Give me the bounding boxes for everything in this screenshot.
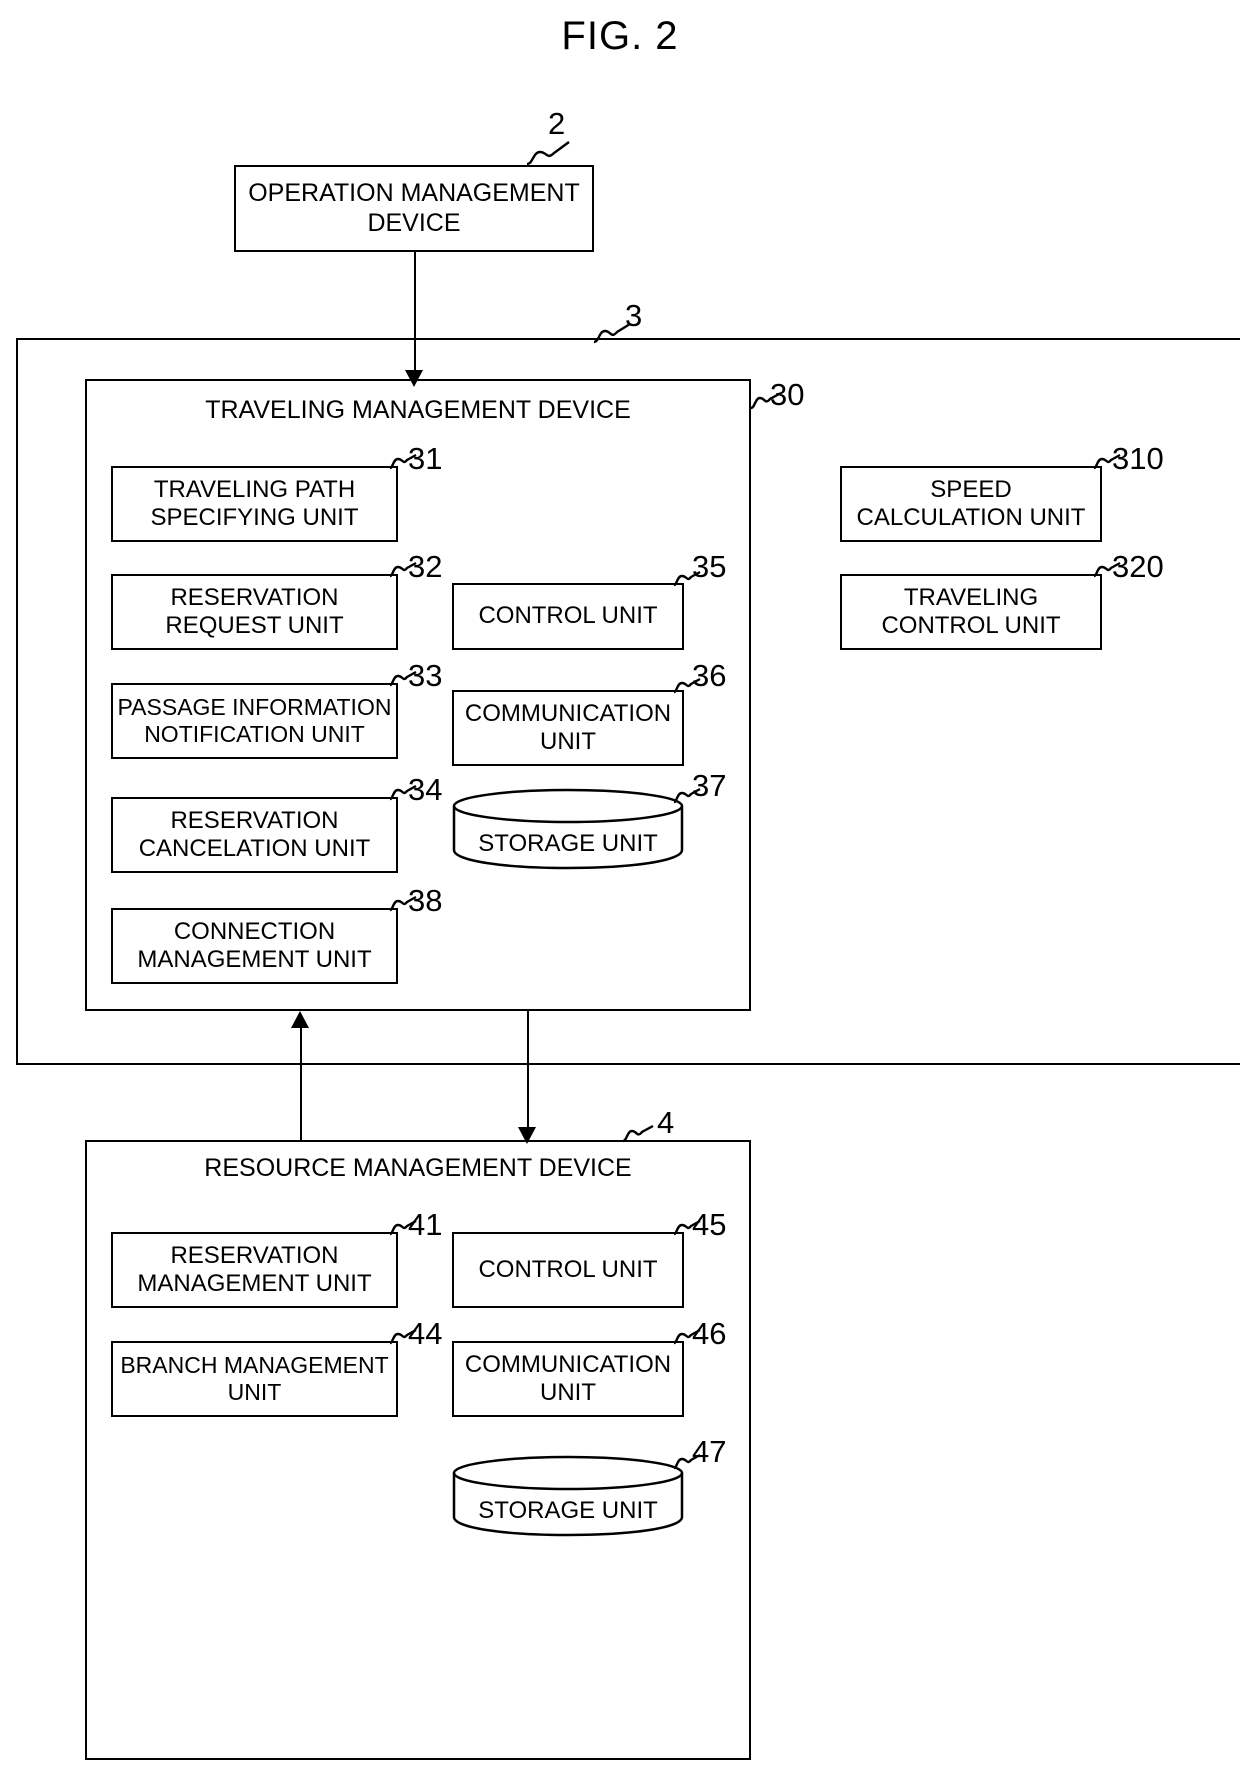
ref-numeral-45: 45 bbox=[692, 1207, 727, 1242]
ref-numeral-36: 36 bbox=[692, 658, 727, 693]
resource-management-device-label: RESOURCE MANAGEMENT DEVICE bbox=[204, 1154, 632, 1182]
connector-traveling-to-resource bbox=[527, 1011, 529, 1139]
ref-numeral-41: 41 bbox=[408, 1207, 443, 1242]
control-unit-45-box[interactable]: CONTROL UNIT bbox=[452, 1232, 684, 1308]
speed-calculation-unit-box[interactable]: SPEED CALCULATION UNIT bbox=[840, 466, 1102, 542]
ref-numeral-traveling-management-device: 30 bbox=[770, 377, 805, 412]
ref-numeral-33: 33 bbox=[408, 658, 443, 693]
reservation-management-unit-box[interactable]: RESERVATION MANAGEMENT UNIT bbox=[111, 1232, 398, 1308]
traveling-control-unit-label: TRAVELING CONTROL UNIT bbox=[881, 583, 1061, 639]
ref-numeral-38: 38 bbox=[408, 883, 443, 918]
reservation-management-unit-label: RESERVATION MANAGEMENT UNIT bbox=[137, 1241, 372, 1297]
ref-numeral-44: 44 bbox=[408, 1316, 443, 1351]
control-unit-45-label: CONTROL UNIT bbox=[478, 1255, 658, 1283]
reservation-cancelation-unit-box[interactable]: RESERVATION CANCELATION UNIT bbox=[111, 797, 398, 873]
connection-management-unit-box[interactable]: CONNECTION MANAGEMENT UNIT bbox=[111, 908, 398, 984]
passage-information-notification-unit-box[interactable]: PASSAGE INFORMATION NOTIFICATION UNIT bbox=[111, 683, 398, 759]
traveling-path-specifying-unit-box[interactable]: TRAVELING PATH SPECIFYING UNIT bbox=[111, 466, 398, 542]
connection-management-unit-label: CONNECTION MANAGEMENT UNIT bbox=[137, 917, 372, 973]
operation-management-device-box[interactable]: OPERATION MANAGEMENT DEVICE bbox=[234, 165, 594, 252]
traveling-control-unit-box[interactable]: TRAVELING CONTROL UNIT bbox=[840, 574, 1102, 650]
communication-unit-46-box[interactable]: COMMUNICATION UNIT bbox=[452, 1341, 684, 1417]
reservation-request-unit-label: RESERVATION REQUEST UNIT bbox=[165, 583, 344, 639]
branch-management-unit-label: BRANCH MANAGEMENT UNIT bbox=[120, 1351, 389, 1405]
ref-numeral-32: 32 bbox=[408, 549, 443, 584]
ref-numeral-46: 46 bbox=[692, 1316, 727, 1351]
communication-unit-36-label: COMMUNICATION UNIT bbox=[464, 699, 672, 755]
ref-numeral-operation-management-device: 2 bbox=[548, 106, 566, 141]
ref-numeral-34: 34 bbox=[408, 772, 443, 807]
control-unit-35-label: CONTROL UNIT bbox=[478, 602, 658, 630]
reservation-cancelation-unit-label: RESERVATION CANCELATION UNIT bbox=[138, 806, 371, 862]
ref-numeral-320: 320 bbox=[1112, 549, 1164, 584]
branch-management-unit-box[interactable]: BRANCH MANAGEMENT UNIT bbox=[111, 1341, 398, 1417]
ref-numeral-310: 310 bbox=[1112, 441, 1164, 476]
ref-numeral-37: 37 bbox=[692, 768, 727, 803]
control-unit-35-box[interactable]: CONTROL UNIT bbox=[452, 583, 684, 650]
operation-management-device-label: OPERATION MANAGEMENT DEVICE bbox=[248, 179, 580, 237]
passage-information-notification-unit-label: PASSAGE INFORMATION NOTIFICATION UNIT bbox=[117, 693, 392, 747]
ref-numeral-47: 47 bbox=[692, 1434, 727, 1469]
storage-unit-37-label: STORAGE UNIT bbox=[478, 830, 658, 857]
ref-numeral-resource-management-device: 4 bbox=[657, 1105, 675, 1140]
ref-numeral-system-frame: 3 bbox=[625, 298, 643, 333]
speed-calculation-unit-label: SPEED CALCULATION UNIT bbox=[856, 475, 1086, 531]
figure-title: FIG. 2 bbox=[561, 14, 679, 58]
arrowhead-resource-to-traveling bbox=[291, 1011, 309, 1028]
reservation-request-unit-box[interactable]: RESERVATION REQUEST UNIT bbox=[111, 574, 398, 650]
traveling-management-device-label: TRAVELING MANAGEMENT DEVICE bbox=[205, 396, 631, 424]
connector-resource-to-traveling bbox=[300, 1027, 302, 1142]
storage-unit-47-label: STORAGE UNIT bbox=[478, 1497, 658, 1524]
communication-unit-46-label: COMMUNICATION UNIT bbox=[464, 1350, 672, 1406]
leader-line-4 bbox=[621, 1123, 655, 1150]
storage-unit-47-cylinder[interactable]: STORAGE UNIT bbox=[452, 1455, 684, 1537]
storage-unit-37-cylinder[interactable]: STORAGE UNIT bbox=[452, 788, 684, 870]
ref-numeral-31: 31 bbox=[408, 441, 443, 476]
ref-numeral-35: 35 bbox=[692, 549, 727, 584]
communication-unit-36-box[interactable]: COMMUNICATION UNIT bbox=[452, 690, 684, 766]
traveling-path-specifying-unit-label: TRAVELING PATH SPECIFYING UNIT bbox=[150, 475, 359, 531]
